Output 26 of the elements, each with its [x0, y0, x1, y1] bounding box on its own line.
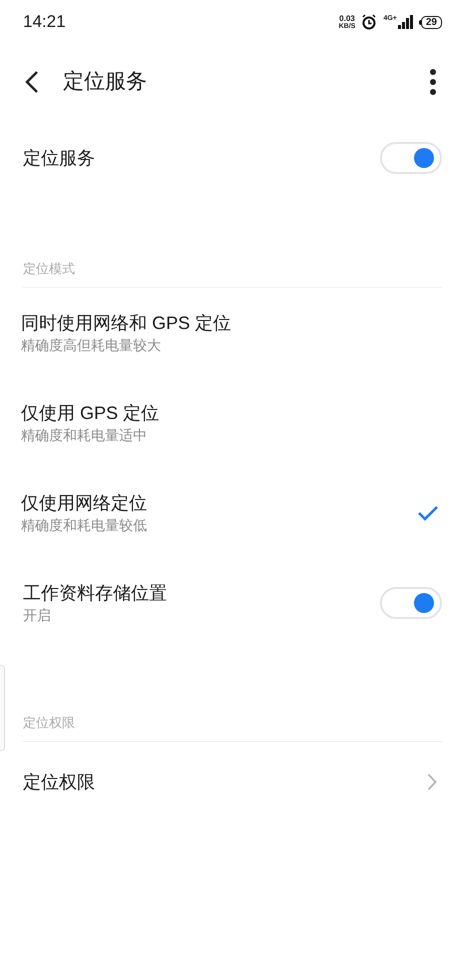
battery-icon: 29 — [418, 16, 442, 28]
setting-subtitle: 精确度和耗电量较低 — [21, 516, 148, 535]
side-handle[interactable] — [0, 665, 5, 751]
setting-subtitle: 精确度和耗电量适中 — [21, 426, 148, 445]
location-mode-option[interactable]: 同时使用网络和 GPS 定位 精确度高但耗电量较大 — [0, 288, 465, 378]
setting-title: 仅使用 GPS 定位 — [21, 402, 160, 425]
setting-title: 仅使用网络定位 — [21, 492, 148, 515]
toggle-switch[interactable] — [380, 587, 442, 619]
settings-link-row[interactable]: 定位权限 — [0, 742, 465, 822]
location-mode-option[interactable]: 仅使用网络定位 精确度和耗电量较低 — [0, 468, 465, 558]
section-header: 定位模式 — [23, 258, 442, 288]
setting-subtitle: 精确度高但耗电量较大 — [21, 336, 162, 355]
toggle-switch[interactable] — [380, 142, 442, 174]
section-header: 定位权限 — [23, 712, 442, 742]
setting-title: 定位权限 — [23, 771, 96, 794]
setting-title: 工作资料存储位置 — [23, 582, 168, 605]
chevron-right-icon — [427, 773, 437, 791]
alarm-icon — [361, 14, 378, 30]
page-title: 定位服务 — [63, 69, 148, 96]
setting-subtitle: 开启 — [23, 606, 52, 625]
network-speed: 0.03 — [339, 14, 355, 22]
setting-title: 定位服务 — [23, 147, 96, 170]
setting-title: 同时使用网络和 GPS 定位 — [21, 312, 232, 335]
signal-icon — [398, 15, 413, 29]
status-time: 14:21 — [23, 11, 66, 34]
location-mode-option[interactable]: 仅使用 GPS 定位 精确度和耗电量适中 — [0, 378, 465, 468]
